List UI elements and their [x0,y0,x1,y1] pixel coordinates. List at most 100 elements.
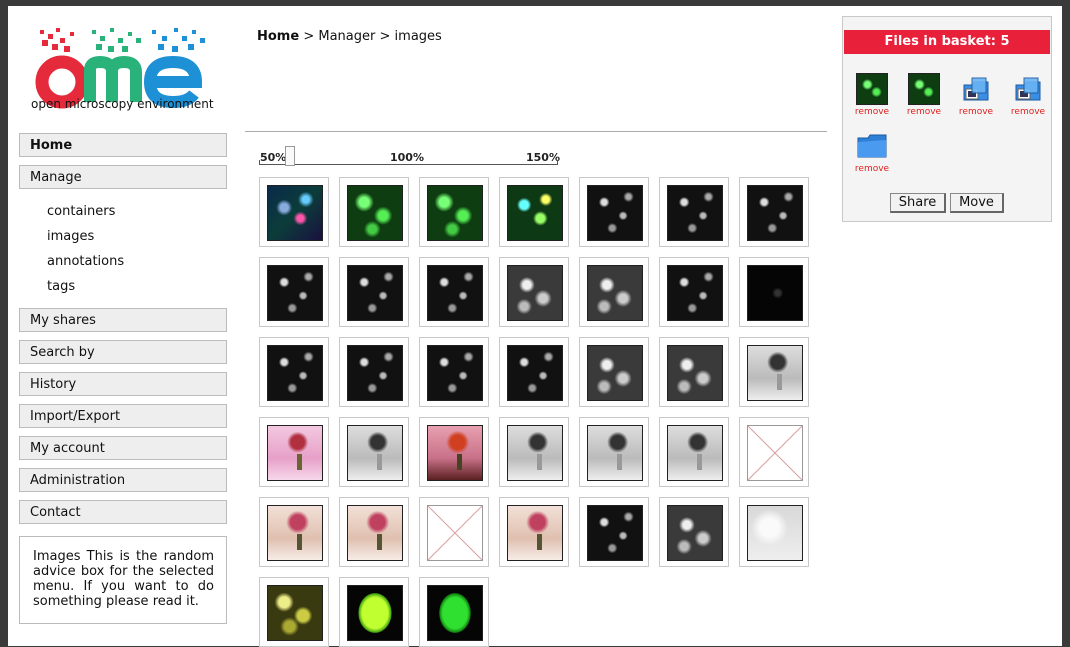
basket-remove-link[interactable]: remove [952,107,1000,117]
image-thumbnail[interactable] [499,257,569,327]
zoom-track[interactable] [259,164,557,165]
basket-remove-link[interactable]: remove [848,164,896,174]
image-preview [747,505,803,561]
image-thumbnail[interactable] [739,417,809,487]
image-thumbnail[interactable] [339,497,409,567]
folder-icon[interactable] [856,130,888,162]
image-thumbnail[interactable] [339,337,409,407]
basket-panel: Files in basket: 5 remove remove remove rem… [842,16,1052,222]
image-preview [587,265,643,321]
image-preview [347,345,403,401]
subnav-containers[interactable]: containers [47,204,115,219]
basket-item: remove [956,73,996,129]
image-thumbnail[interactable] [739,257,809,327]
image-preview [267,265,323,321]
image-thumbnail[interactable] [419,337,489,407]
image-thumbnail[interactable] [659,177,729,247]
image-preview [667,425,723,481]
image-thumbnail[interactable] [419,257,489,327]
image-thumbnail[interactable] [339,177,409,247]
image-thumbnail[interactable] [739,497,809,567]
image-preview [347,265,403,321]
content-divider [245,131,827,132]
zoom-tick [259,160,260,165]
image-thumbnail[interactable] [659,257,729,327]
image-thumbnail[interactable] [579,497,649,567]
image-thumbnail[interactable] [499,337,569,407]
image-preview [747,265,803,321]
image-preview [667,505,723,561]
breadcrumb-current: images [394,29,442,44]
nav-home-button[interactable]: Home [19,133,227,157]
subnav-tags[interactable]: tags [47,279,75,294]
dataset-folder-icon[interactable] [960,73,992,105]
zoom-label-50: 50% [260,151,287,164]
image-thumbnail[interactable] [579,257,649,327]
image-thumbnail[interactable] [499,177,569,247]
nav-history-button[interactable]: History [19,372,227,396]
image-thumbnail[interactable] [499,497,569,567]
image-thumbnail[interactable] [259,417,329,487]
breadcrumb-manager[interactable]: Manager [318,29,375,44]
image-preview [427,185,483,241]
image-thumbnail[interactable] [339,257,409,327]
nav-my-account-button[interactable]: My account [19,436,227,460]
share-button[interactable]: Share [890,193,946,213]
image-thumbnail[interactable] [339,417,409,487]
breadcrumb: Home > Manager > images [257,29,442,44]
image-thumbnail[interactable] [579,417,649,487]
nav-search-by-button[interactable]: Search by [19,340,227,364]
breadcrumb-home[interactable]: Home [257,29,299,44]
image-preview [507,425,563,481]
subnav-annotations[interactable]: annotations [47,254,124,269]
nav-import-export-button[interactable]: Import/Export [19,404,227,428]
image-thumbnail[interactable] [259,337,329,407]
basket-title: Files in basket: 5 [844,30,1050,54]
move-button[interactable]: Move [950,193,1004,213]
image-thumbnail[interactable] [339,577,409,647]
subnav-images[interactable]: images [47,229,94,244]
image-thumbnail[interactable] [419,417,489,487]
image-thumbnail[interactable] [499,417,569,487]
image-preview [427,345,483,401]
image-thumbnail[interactable] [659,337,729,407]
breadcrumb-separator: > [379,29,391,44]
nav-manage-button[interactable]: Manage [19,165,227,189]
basket-remove-link[interactable]: remove [900,107,948,117]
nav-contact-button[interactable]: Contact [19,500,227,524]
image-thumbnail[interactable] [259,257,329,327]
image-preview [347,505,403,561]
nav-administration-button[interactable]: Administration [19,468,227,492]
basket-remove-link[interactable]: remove [1004,107,1052,117]
image-thumbnail[interactable] [259,497,329,567]
zoom-handle[interactable] [285,146,295,166]
image-thumbnail[interactable] [659,497,729,567]
image-thumbnail[interactable] [739,177,809,247]
image-preview [347,585,403,641]
image-preview [267,425,323,481]
image-thumbnail[interactable] [259,577,329,647]
dataset-folder-icon[interactable] [1012,73,1044,105]
image-preview [587,505,643,561]
page-frame: open microscopy environment Home > Manag… [8,6,1062,647]
image-thumbnail[interactable] [739,337,809,407]
nav-my-shares-button[interactable]: My shares [19,308,227,332]
advice-box: Images This is the random advice box for… [19,536,227,624]
basket-item: remove [852,73,892,129]
image-preview [507,345,563,401]
basket-remove-link[interactable]: remove [848,107,896,117]
image-preview [267,185,323,241]
zoom-slider[interactable]: 50% 100% 150% [258,146,560,168]
image-preview [667,185,723,241]
image-thumbnail[interactable] [579,337,649,407]
image-thumbnail[interactable] [419,177,489,247]
image-thumbnail[interactable] [419,577,489,647]
image-thumbnail[interactable] [419,497,489,567]
image-thumbnail[interactable] [659,417,729,487]
basket-image-thumbnail[interactable] [908,73,940,105]
image-preview [267,345,323,401]
basket-image-thumbnail[interactable] [856,73,888,105]
breadcrumb-separator: > [303,29,315,44]
image-thumbnail[interactable] [259,177,329,247]
image-thumbnail[interactable] [579,177,649,247]
